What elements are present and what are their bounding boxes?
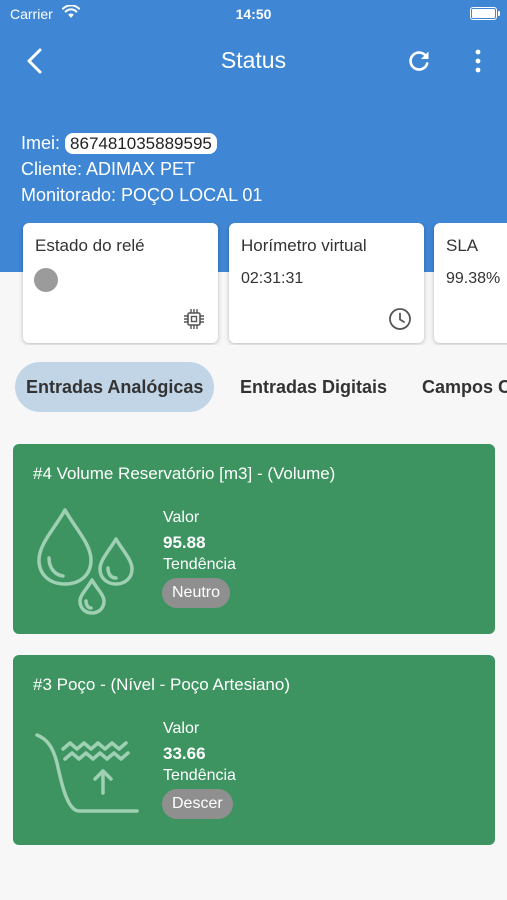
- clock-icon: [389, 308, 411, 330]
- imei-row: Imei: 867481035889595: [21, 130, 262, 156]
- clock-time: 14:50: [235, 6, 272, 22]
- monitored-line: Monitorado: POÇO LOCAL 01: [21, 185, 263, 205]
- input-value: 33.66: [163, 744, 206, 763]
- water-drops-icon: [37, 508, 134, 615]
- value-label: Valor: [163, 720, 200, 737]
- input-value: 95.88: [163, 533, 206, 552]
- trend-label: Tendência: [163, 556, 236, 573]
- chip-icon: [184, 309, 204, 329]
- analog-input-card[interactable]: #4 Volume Reservatório [m3] - (Volume) V…: [13, 444, 495, 634]
- relay-status-indicator: [34, 268, 58, 292]
- refresh-icon[interactable]: [404, 46, 434, 76]
- value-label: Valor: [163, 509, 200, 526]
- analog-input-card[interactable]: #3 Poço - (Nível - Poço Artesiano) Valor…: [13, 655, 495, 845]
- tab-calculated-fields[interactable]: Campos Calculados: [411, 362, 507, 412]
- status-bar: Carrier 14:50: [0, 0, 507, 28]
- tab-analog-inputs[interactable]: Entradas Analógicas: [15, 362, 215, 412]
- trend-badge: Descer: [162, 789, 233, 819]
- card-value: 99.38%: [446, 270, 501, 287]
- well-level-icon: [35, 733, 139, 813]
- summary-cards: Estado do relé Horímetro virtual 02:31:3…: [0, 223, 507, 345]
- client-line: Cliente: ADIMAX PET: [21, 159, 196, 179]
- relay-state-card[interactable]: Estado do relé: [23, 223, 218, 343]
- card-title: Horímetro virtual: [241, 236, 367, 255]
- input-title: #4 Volume Reservatório [m3] - (Volume): [33, 464, 336, 483]
- imei-label: Imei:: [21, 133, 61, 153]
- tab-digital-inputs[interactable]: Entradas Digitais: [229, 362, 398, 412]
- more-vertical-icon[interactable]: [466, 46, 490, 76]
- card-title: SLA: [446, 236, 479, 255]
- trend-badge: Neutro: [162, 578, 231, 608]
- battery-icon: [470, 7, 500, 20]
- sla-card[interactable]: SLA 99.38%: [434, 223, 507, 343]
- virtual-hour-meter-card[interactable]: Horímetro virtual 02:31:31: [229, 223, 424, 343]
- imei-value: 867481035889595: [65, 133, 217, 154]
- card-value: 02:31:31: [241, 270, 304, 287]
- input-title: #3 Poço - (Nível - Poço Artesiano): [33, 675, 291, 694]
- device-info: Imei: 867481035889595 Cliente: ADIMAX PE…: [21, 130, 262, 208]
- trend-label: Tendência: [163, 767, 236, 784]
- input-tabs: Entradas Analógicas Entradas Digitais Ca…: [0, 362, 507, 412]
- card-title: Estado do relé: [35, 236, 145, 255]
- navigation-bar: Status: [0, 36, 507, 84]
